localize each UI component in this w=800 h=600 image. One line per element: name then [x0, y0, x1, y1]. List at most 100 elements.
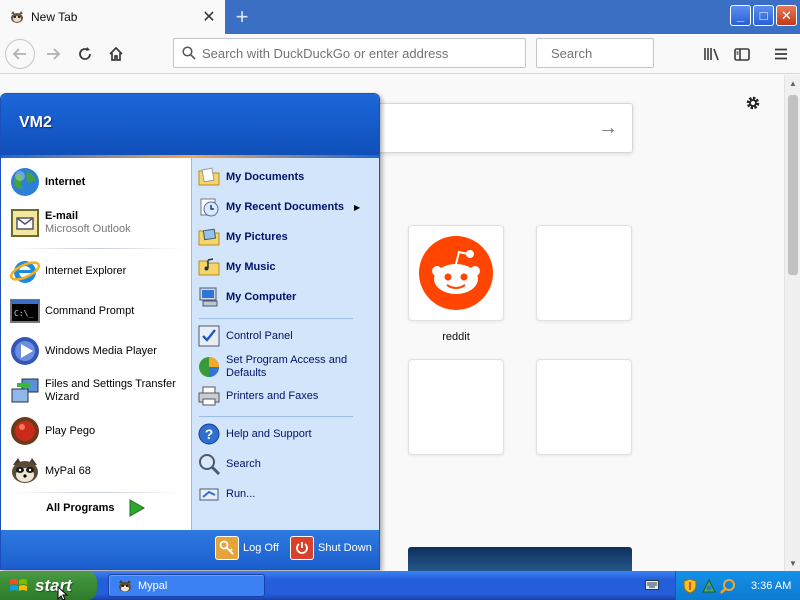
menu-separator — [9, 248, 184, 249]
url-input[interactable] — [202, 45, 525, 61]
start-menu-header: VM2 — [1, 94, 379, 157]
forward-button[interactable] — [38, 39, 68, 69]
highlight-card-image[interactable] — [408, 547, 632, 571]
keyboard-icon[interactable] — [644, 577, 660, 593]
submenu-arrow-icon: ▶ — [353, 202, 361, 212]
pinned-item-email[interactable]: E-mail Microsoft Outlook — [9, 207, 131, 239]
new-tab-button[interactable]: + — [230, 4, 254, 29]
library-icon — [704, 48, 719, 61]
svg-text:?: ? — [205, 426, 214, 442]
top-site-label: reddit — [442, 331, 470, 343]
outlook-icon — [9, 207, 41, 239]
folder-documents-icon — [197, 165, 221, 189]
top-site-tile-reddit[interactable] — [408, 225, 504, 321]
magnifier-icon — [197, 452, 221, 476]
power-icon — [290, 536, 314, 560]
reload-button[interactable] — [70, 39, 100, 69]
security-shield-icon[interactable] — [682, 577, 698, 594]
taskbar-button-mypal[interactable]: Mypal — [108, 574, 265, 597]
ie-icon — [9, 255, 41, 287]
help-label: Run... — [226, 487, 256, 500]
shut-down-button[interactable]: Shut Down — [290, 536, 372, 560]
program-label: MyPal 68 — [45, 464, 91, 477]
help-item-run[interactable]: Run... — [197, 482, 255, 506]
svg-text:C:\_: C:\_ — [14, 309, 33, 318]
sidebar-icon — [734, 48, 750, 61]
close-window-button[interactable]: ✕ — [776, 5, 797, 26]
folder-music-icon — [197, 255, 221, 279]
help-label: Search — [226, 457, 261, 470]
media-player-icon — [9, 335, 41, 367]
pinned-item-label: Internet — [45, 175, 86, 188]
green-arrow-icon — [129, 499, 146, 517]
menu-separator — [9, 492, 184, 493]
search-go-arrow-icon[interactable]: → — [598, 117, 618, 140]
program-item-transfer-wizard[interactable]: Files and Settings Transfer Wizard — [9, 375, 180, 407]
page-search-box[interactable]: → — [360, 103, 633, 153]
maximize-button[interactable]: □ — [753, 5, 774, 26]
top-site-tile-empty[interactable] — [536, 359, 632, 455]
place-item-my-documents[interactable]: My Documents — [197, 165, 304, 189]
gear-icon[interactable] — [742, 92, 764, 114]
program-item-mypal[interactable]: MyPal 68 — [9, 455, 91, 487]
top-site-tile-empty[interactable] — [408, 359, 504, 455]
all-programs-button[interactable]: All Programs — [46, 498, 146, 518]
settings-item-control-panel[interactable]: Control Panel — [197, 324, 293, 348]
place-label: My Documents — [226, 170, 305, 183]
help-label: Help and Support — [226, 427, 312, 440]
home-button[interactable] — [101, 39, 131, 69]
program-item-internet-explorer[interactable]: Internet Explorer — [9, 255, 126, 287]
place-item-my-music[interactable]: My Music — [197, 255, 276, 279]
taskbar: start Mypal 3:36 AM — [0, 571, 800, 600]
program-item-play-pego[interactable]: Play Pego — [9, 415, 95, 447]
place-label: My Music — [226, 260, 276, 273]
network-icon[interactable] — [701, 578, 717, 594]
program-label: Windows Media Player — [45, 344, 157, 357]
place-item-my-recent-documents[interactable]: My Recent Documents ▶ — [197, 195, 360, 219]
help-item-help-and-support[interactable]: ? Help and Support — [197, 422, 312, 446]
program-label: Files and Settings Transfer Wizard — [45, 378, 176, 403]
place-item-my-computer[interactable]: My Computer — [197, 285, 296, 309]
sidebar-button[interactable] — [727, 39, 757, 69]
back-button[interactable] — [5, 39, 35, 69]
menu-separator — [199, 416, 353, 417]
clock[interactable]: 3:36 AM — [751, 580, 791, 592]
reddit-icon — [419, 236, 493, 310]
settings-item-program-access[interactable]: Set Program Access and Defaults — [197, 354, 351, 380]
place-label: My Computer — [226, 290, 297, 303]
hamburger-menu-icon — [775, 48, 787, 60]
url-bar[interactable] — [173, 38, 526, 68]
pego-icon — [9, 415, 41, 447]
search-tray-icon[interactable] — [720, 578, 736, 594]
page-scrollbar[interactable]: ▲ ▼ — [784, 75, 800, 571]
pinned-item-internet[interactable]: Internet — [9, 166, 85, 198]
library-button[interactable] — [697, 39, 727, 69]
tab-close-icon[interactable]: ✕ — [199, 7, 219, 27]
place-item-my-pictures[interactable]: My Pictures — [197, 225, 288, 249]
help-icon: ? — [197, 422, 221, 446]
tab-title: New Tab — [31, 10, 78, 24]
computer-icon — [197, 285, 221, 309]
settings-label: Control Panel — [226, 329, 293, 342]
scrollbar-thumb[interactable] — [788, 95, 798, 275]
menu-separator — [199, 318, 353, 319]
navigation-toolbar — [0, 34, 800, 74]
settings-label: Set Program Access and Defaults — [226, 354, 348, 379]
menu-button[interactable] — [766, 39, 796, 69]
key-icon — [215, 536, 239, 560]
program-item-windows-media-player[interactable]: Windows Media Player — [9, 335, 157, 367]
search-bar[interactable] — [536, 38, 727, 68]
recent-documents-icon — [197, 195, 221, 219]
top-site-tile-empty[interactable] — [536, 225, 632, 321]
settings-item-printers-faxes[interactable]: Printers and Faxes — [197, 384, 318, 408]
minimize-button[interactable]: _ — [730, 5, 751, 26]
program-label: Internet Explorer — [45, 264, 127, 277]
help-item-search[interactable]: Search — [197, 452, 261, 476]
tab-new-tab[interactable]: New Tab ✕ — [0, 0, 225, 34]
scroll-up-arrow-icon[interactable]: ▲ — [785, 75, 800, 91]
log-off-button[interactable]: Log Off — [215, 536, 279, 560]
home-icon — [109, 46, 123, 61]
program-item-command-prompt[interactable]: C:\_ Command Prompt — [9, 295, 134, 327]
start-button[interactable]: start — [0, 571, 97, 600]
scroll-down-arrow-icon[interactable]: ▼ — [785, 555, 800, 571]
